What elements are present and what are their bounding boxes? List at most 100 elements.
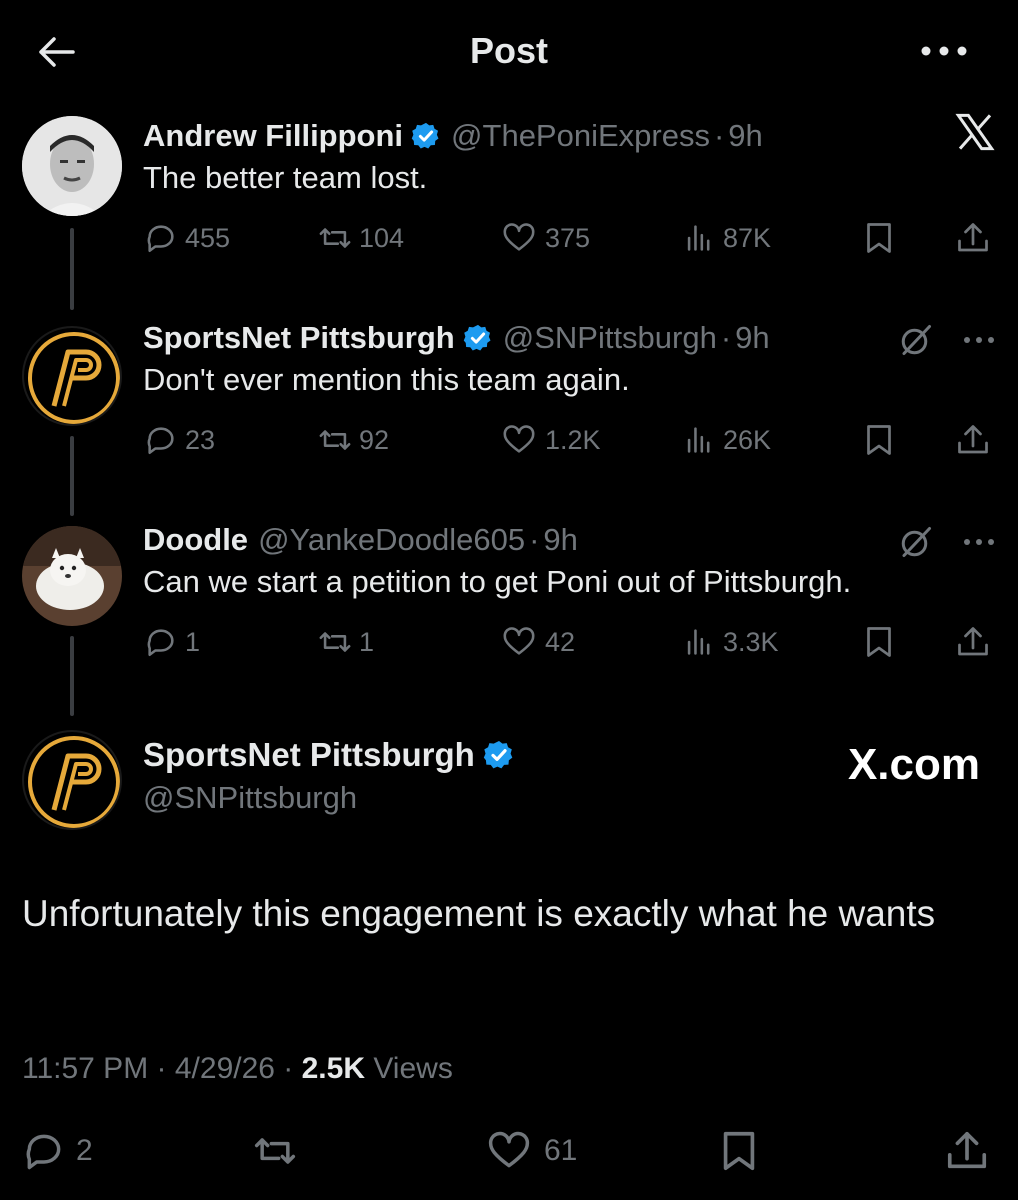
views-count: 3.3K [723,626,779,657]
views-button[interactable]: 3.3K [681,620,779,664]
bookmark-icon [867,425,891,455]
thread-line [70,436,74,516]
share-button[interactable] [944,1126,1000,1176]
reply-post[interactable]: Doodle @YankeDoodle605 · 9h Can we start… [0,520,1018,720]
avatar[interactable] [22,116,122,216]
author-name[interactable]: Doodle [143,522,248,558]
thread-line [70,636,74,716]
thread-line [70,228,74,310]
reply-button[interactable]: 1 [143,620,200,664]
share-icon [958,223,988,252]
avatar-photo [22,116,122,216]
x-watermark: X.com [847,740,980,789]
share-button[interactable] [955,620,997,664]
share-button[interactable] [955,216,997,260]
views-icon [687,225,710,251]
post-text: The better team lost. [143,160,428,195]
like-count: 375 [545,222,591,253]
post-text: Don't ever mention this team again. [143,362,630,397]
author-handle[interactable]: @YankeDoodle605 [258,522,525,558]
grok-button[interactable] [898,524,934,565]
author-handle[interactable]: @SNPittsburgh [143,780,357,816]
avatar[interactable] [22,526,122,626]
repost-icon [319,228,351,248]
views-count: 2.5K [301,1052,365,1085]
share-button[interactable] [955,418,997,462]
action-bar: 1 1 42 3.3K [143,620,1003,664]
share-icon [958,627,988,656]
avatar[interactable] [22,730,122,830]
like-button[interactable]: 1.2K [499,418,601,462]
avatar-photo [22,526,122,626]
verified-badge-icon [483,739,515,771]
post-date[interactable]: 4/29/26 [175,1052,275,1085]
post-more-button[interactable] [962,332,996,350]
views-label: Views [373,1052,453,1085]
views-count: 26K [723,424,772,455]
views-icon [687,629,710,655]
post-text: Can we start a petition to get Poni out … [143,564,852,599]
header: Post [0,0,1018,104]
repost-button[interactable]: 104 [317,216,404,260]
author-name[interactable]: SportsNet Pittsburgh [143,736,475,774]
snp-logo-icon [28,736,120,828]
reply-icon [147,629,174,657]
action-bar: 23 92 1.2K 26K [143,418,1003,462]
repost-icon [254,1138,296,1164]
repost-count: 1 [359,626,375,657]
repost-button[interactable]: 92 [317,418,389,462]
author-name[interactable]: Andrew Fillipponi [143,118,403,154]
post-time[interactable]: 9h [728,118,762,154]
reply-post[interactable]: SportsNet Pittsburgh @SNPittsburgh · 9h … [0,318,1018,516]
views-icon [687,427,710,453]
repost-icon [319,430,351,450]
bookmark-button[interactable] [861,620,903,664]
repost-button[interactable] [252,1126,308,1176]
page-title: Post [469,30,548,71]
repost-icon [319,632,351,652]
post-more-button[interactable] [962,534,996,552]
post-time[interactable]: 11:57 PM [22,1052,148,1085]
repost-button[interactable]: 1 [317,620,374,664]
reply-button[interactable]: 455 [143,216,230,260]
reply-post[interactable]: Andrew Fillipponi @ThePoniExpress · 9h T… [0,113,1018,310]
reply-button[interactable]: 2 [22,1126,93,1176]
more-icon [964,539,994,545]
bookmark-button[interactable] [716,1126,772,1176]
verified-badge-icon [411,121,441,151]
grok-button[interactable] [898,322,934,363]
share-icon [958,425,988,454]
bookmark-button[interactable] [861,418,903,462]
like-button[interactable]: 61 [484,1126,577,1176]
like-icon [503,627,535,655]
views-button[interactable]: 87K [681,216,771,260]
reply-count: 23 [185,424,216,455]
post-meta: 11:57 PM · 4/29/26 · 2.5K Views [22,1052,453,1085]
reply-button[interactable]: 23 [143,418,215,462]
more-icon [921,46,967,56]
author-handle[interactable]: @SNPittsburgh [503,320,717,356]
bookmark-icon [867,627,891,657]
repost-count: 104 [359,222,405,253]
bookmark-button[interactable] [861,216,903,260]
reply-count: 2 [76,1134,93,1167]
author-handle[interactable]: @ThePoniExpress [451,118,710,154]
like-icon [503,425,535,453]
action-bar: 2 61 [0,1126,1018,1176]
share-icon [947,1131,987,1169]
like-button[interactable]: 42 [499,620,575,664]
post-time[interactable]: 9h [543,522,577,558]
views-button[interactable]: 26K [681,418,771,462]
snp-logo-icon [28,332,120,424]
more-button[interactable] [916,36,972,66]
like-count: 42 [545,626,576,657]
reply-count: 1 [185,626,201,657]
action-bar: 455 104 375 87K [143,216,1003,260]
author-name[interactable]: SportsNet Pittsburgh [143,320,455,356]
like-count: 1.2K [545,424,601,455]
avatar[interactable] [22,326,122,426]
like-button[interactable]: 375 [499,216,590,260]
reply-icon [26,1134,61,1170]
post-time[interactable]: 9h [735,320,769,356]
verified-badge-icon [463,323,493,353]
